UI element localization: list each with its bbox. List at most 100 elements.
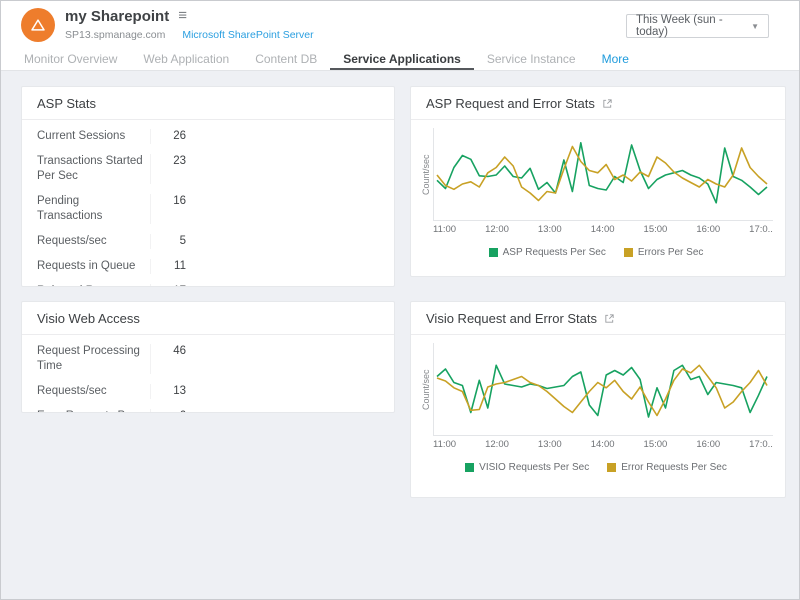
stat-value: 23 [150, 154, 190, 184]
right-column: ASP Request and Error Stats Count/sec 11… [410, 86, 786, 599]
tab-more[interactable]: More [589, 49, 642, 70]
table-row: Requests/sec 13 [37, 379, 379, 404]
stat-label: Pending Transactions [37, 194, 150, 224]
stat-value: 11 [150, 259, 190, 274]
legend-swatch [607, 463, 616, 472]
stat-value: 46 [150, 344, 190, 374]
x-tick-label: 11:00 [433, 439, 456, 450]
stat-value: 5 [150, 234, 190, 249]
legend-label: Error Requests Per Sec [621, 462, 727, 473]
open-in-new-window-icon[interactable] [602, 98, 613, 109]
legend-item[interactable]: VISIO Requests Per Sec [465, 462, 589, 473]
table-row: Pending Transactions 16 [37, 189, 379, 229]
table-row: Request Processing Time 46 [37, 339, 379, 379]
stat-label: Requests in Queue [37, 259, 150, 274]
visio-stats-panel: Visio Web Access Request Processing Time… [21, 301, 395, 413]
legend-swatch [465, 463, 474, 472]
menu-icon[interactable]: ≡ [178, 7, 187, 24]
legend-item[interactable]: ASP Requests Per Sec [489, 247, 606, 258]
x-tick-label: 11:00 [433, 224, 456, 235]
app-window: my Sharepoint ≡ SP13.spmanage.com Microso… [0, 0, 800, 600]
visio-chart-title: Visio Request and Error Stats [426, 311, 597, 326]
stat-value: 16 [150, 194, 190, 224]
x-tick-label: 17:0.. [749, 439, 773, 450]
x-tick-label: 14:00 [591, 439, 615, 450]
page-title: my Sharepoint [65, 8, 169, 25]
asp-line-chart[interactable] [433, 128, 773, 221]
x-tick-label: 17:0.. [749, 224, 773, 235]
asp-stats-panel: ASP Stats Current Sessions 26 Transactio… [21, 86, 395, 287]
x-tick-label: 16:00 [696, 224, 720, 235]
line-series [437, 365, 767, 415]
title-block: my Sharepoint ≡ SP13.spmanage.com Microso… [65, 7, 314, 41]
legend-swatch [624, 248, 633, 257]
legend-label: VISIO Requests Per Sec [479, 462, 589, 473]
table-row: Rejected Requests 17 [37, 279, 379, 287]
x-tick-label: 12:00 [485, 439, 509, 450]
table-row: Transactions Started Per Sec 23 [37, 149, 379, 189]
stat-label: Error Requests Per Sec [37, 409, 150, 413]
asp-chart-title: ASP Request and Error Stats [426, 96, 595, 111]
header: my Sharepoint ≡ SP13.spmanage.com Microso… [1, 1, 799, 49]
stat-value: 13 [150, 384, 190, 399]
chart-legend: VISIO Requests Per Sec Error Requests Per… [419, 462, 773, 473]
visio-line-chart[interactable] [433, 343, 773, 436]
chart-legend: ASP Requests Per Sec Errors Per Sec [419, 247, 773, 258]
x-axis-ticks: 11:00 12:00 13:00 14:00 15:00 16:00 17:0.. [433, 221, 773, 235]
x-tick-label: 15:00 [644, 224, 668, 235]
tab-bar: Monitor Overview Web Application Content… [1, 49, 799, 71]
tab-monitor-overview[interactable]: Monitor Overview [11, 49, 130, 70]
stat-label: Requests/sec [37, 234, 150, 249]
left-column: ASP Stats Current Sessions 26 Transactio… [21, 86, 395, 599]
stat-label: Current Sessions [37, 129, 150, 144]
asp-stats-title: ASP Stats [22, 87, 394, 120]
y-axis-label: Count/sec [419, 343, 433, 436]
table-row: Error Requests Per Sec 6 [37, 404, 379, 413]
chevron-down-icon: ▼ [751, 22, 759, 31]
stat-value: 6 [150, 409, 190, 413]
monitor-avatar [21, 8, 55, 42]
legend-item[interactable]: Errors Per Sec [624, 247, 704, 258]
tab-service-instance[interactable]: Service Instance [474, 49, 589, 70]
legend-label: ASP Requests Per Sec [503, 247, 606, 258]
content-area: ASP Stats Current Sessions 26 Transactio… [1, 71, 799, 599]
asp-chart-panel: ASP Request and Error Stats Count/sec 11… [410, 86, 786, 277]
x-tick-label: 14:00 [591, 224, 615, 235]
stat-value: 17 [150, 284, 190, 287]
host-name: SP13.spmanage.com [65, 29, 165, 41]
legend-item[interactable]: Error Requests Per Sec [607, 462, 727, 473]
asp-stats-rows: Current Sessions 26 Transactions Started… [22, 120, 394, 287]
y-axis-label: Count/sec [419, 128, 433, 221]
x-tick-label: 12:00 [485, 224, 509, 235]
line-series [437, 143, 767, 203]
table-row: Current Sessions 26 [37, 124, 379, 149]
legend-swatch [489, 248, 498, 257]
visio-chart-body: Count/sec 11:00 12:00 13:00 14:00 15:00 16:00… [411, 335, 785, 473]
time-range-value: This Week (sun - today) [636, 14, 751, 38]
x-tick-label: 15:00 [644, 439, 668, 450]
stat-label: Requests/sec [37, 384, 150, 399]
x-tick-label: 16:00 [696, 439, 720, 450]
x-tick-label: 13:00 [538, 439, 562, 450]
asp-chart-body: Count/sec 11:00 12:00 13:00 14:00 15:00 16:00… [411, 120, 785, 258]
table-row: Requests in Queue 11 [37, 254, 379, 279]
x-axis-ticks: 11:00 12:00 13:00 14:00 15:00 16:00 17:0.. [433, 436, 773, 450]
stat-label: Transactions Started Per Sec [37, 154, 150, 184]
tab-web-application[interactable]: Web Application [130, 49, 242, 70]
table-row: Requests/sec 5 [37, 229, 379, 254]
stat-label: Request Processing Time [37, 344, 150, 374]
tab-service-applications[interactable]: Service Applications [330, 49, 474, 70]
legend-label: Errors Per Sec [638, 247, 704, 258]
visio-chart-panel: Visio Request and Error Stats Count/sec … [410, 301, 786, 498]
chart-axes [434, 128, 774, 221]
x-tick-label: 13:00 [538, 224, 562, 235]
time-range-dropdown[interactable]: This Week (sun - today) ▼ [626, 14, 769, 38]
stat-value: 26 [150, 129, 190, 144]
stat-label: Rejected Requests [37, 284, 150, 287]
warning-triangle-icon [29, 16, 47, 34]
open-in-new-window-icon[interactable] [604, 313, 615, 324]
visio-stats-title: Visio Web Access [22, 302, 394, 335]
tab-content-db[interactable]: Content DB [242, 49, 330, 70]
subtitle-row: SP13.spmanage.com Microsoft SharePoint S… [65, 29, 314, 41]
server-type-link[interactable]: Microsoft SharePoint Server [182, 29, 313, 41]
